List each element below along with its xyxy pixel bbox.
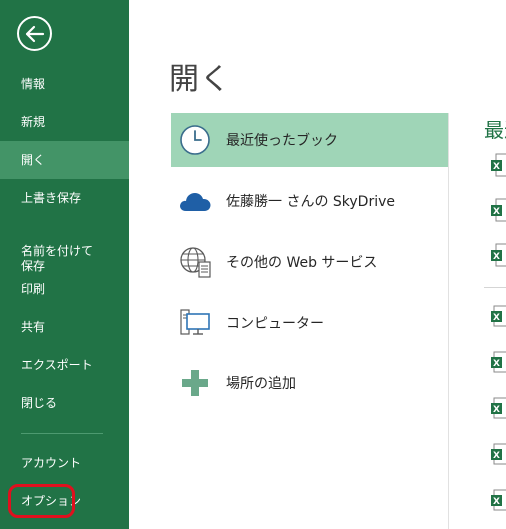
place-label: コンピューター <box>226 316 324 332</box>
sidebar-item-print[interactable]: 印刷 <box>0 271 129 307</box>
computer-icon <box>176 304 214 342</box>
place-add-place[interactable]: 場所の追加 <box>171 356 448 410</box>
back-arrow-icon[interactable] <box>17 16 52 51</box>
excel-folder-icon[interactable]: X <box>490 349 506 375</box>
svg-text:X: X <box>493 451 500 461</box>
sidebar-divider <box>21 433 103 434</box>
svg-text:X: X <box>493 252 500 262</box>
excel-folder-icon[interactable]: X <box>490 487 506 513</box>
recent-divider <box>484 287 506 288</box>
column-divider <box>448 113 449 529</box>
sidebar-item-label: 印刷 <box>21 281 46 296</box>
web-services-globe-icon <box>176 243 214 281</box>
sidebar-item-account[interactable]: アカウント <box>0 445 129 481</box>
sidebar-item-new[interactable]: 新規 <box>0 104 129 140</box>
svg-text:X: X <box>493 162 500 172</box>
excel-folder-icon[interactable]: X <box>490 395 506 421</box>
sidebar-item-info[interactable]: 情報 <box>0 66 129 102</box>
add-place-icon <box>176 364 214 402</box>
backstage-sidebar: 情報 新規 開く 上書き保存 名前を付けて 保存 印刷 共有 エクスポート 閉じ… <box>0 0 129 529</box>
sidebar-item-label: 新規 <box>21 114 46 129</box>
excel-folder-icon[interactable]: X <box>490 441 506 467</box>
svg-text:X: X <box>493 497 500 507</box>
place-skydrive[interactable]: 佐藤勝一 さんの SkyDrive <box>171 174 448 228</box>
svg-text:X: X <box>493 405 500 415</box>
clock-icon <box>176 121 214 159</box>
sidebar-item-share[interactable]: 共有 <box>0 309 129 345</box>
sidebar-item-close[interactable]: 閉じる <box>0 385 129 421</box>
place-label: 佐藤勝一 さんの SkyDrive <box>226 194 396 210</box>
sidebar-item-save-as[interactable]: 名前を付けて 保存 <box>0 229 129 274</box>
sidebar-item-open[interactable]: 開く <box>0 141 129 179</box>
place-other-web-services[interactable]: その他の Web サービス <box>171 235 448 289</box>
svg-text:X: X <box>493 207 500 217</box>
sidebar-item-label: 共有 <box>21 319 46 334</box>
sidebar-item-label: 閉じる <box>21 395 58 410</box>
place-label: 最近使ったブック <box>226 133 338 149</box>
page-title: 開く <box>169 62 231 97</box>
sidebar-item-save[interactable]: 上書き保存 <box>0 180 129 216</box>
excel-file-icon[interactable]: X <box>490 243 506 269</box>
options-highlight-annotation <box>8 484 75 518</box>
sidebar-item-label: 上書き保存 <box>21 190 82 205</box>
sidebar-item-label: エクスポート <box>21 357 93 372</box>
place-label: 場所の追加 <box>226 376 296 392</box>
place-label: その他の Web サービス <box>226 255 378 271</box>
svg-text:X: X <box>493 313 500 323</box>
excel-file-icon[interactable]: X <box>490 198 506 224</box>
sidebar-item-label: アカウント <box>21 455 82 470</box>
place-computer[interactable]: コンピューター <box>171 296 448 350</box>
sidebar-item-label: 開く <box>21 152 46 167</box>
place-recent-workbooks[interactable]: 最近使ったブック <box>171 113 448 167</box>
svg-text:X: X <box>493 359 500 369</box>
excel-file-icon[interactable]: X <box>490 153 506 179</box>
sidebar-item-export[interactable]: エクスポート <box>0 347 129 383</box>
excel-folder-icon[interactable]: X <box>490 303 506 329</box>
sidebar-item-label: 情報 <box>21 76 46 91</box>
skydrive-cloud-icon <box>176 182 214 220</box>
sidebar-item-label: 名前を付けて 保存 <box>21 244 94 273</box>
recent-workbooks-heading: 最近使ったブック <box>484 118 506 142</box>
